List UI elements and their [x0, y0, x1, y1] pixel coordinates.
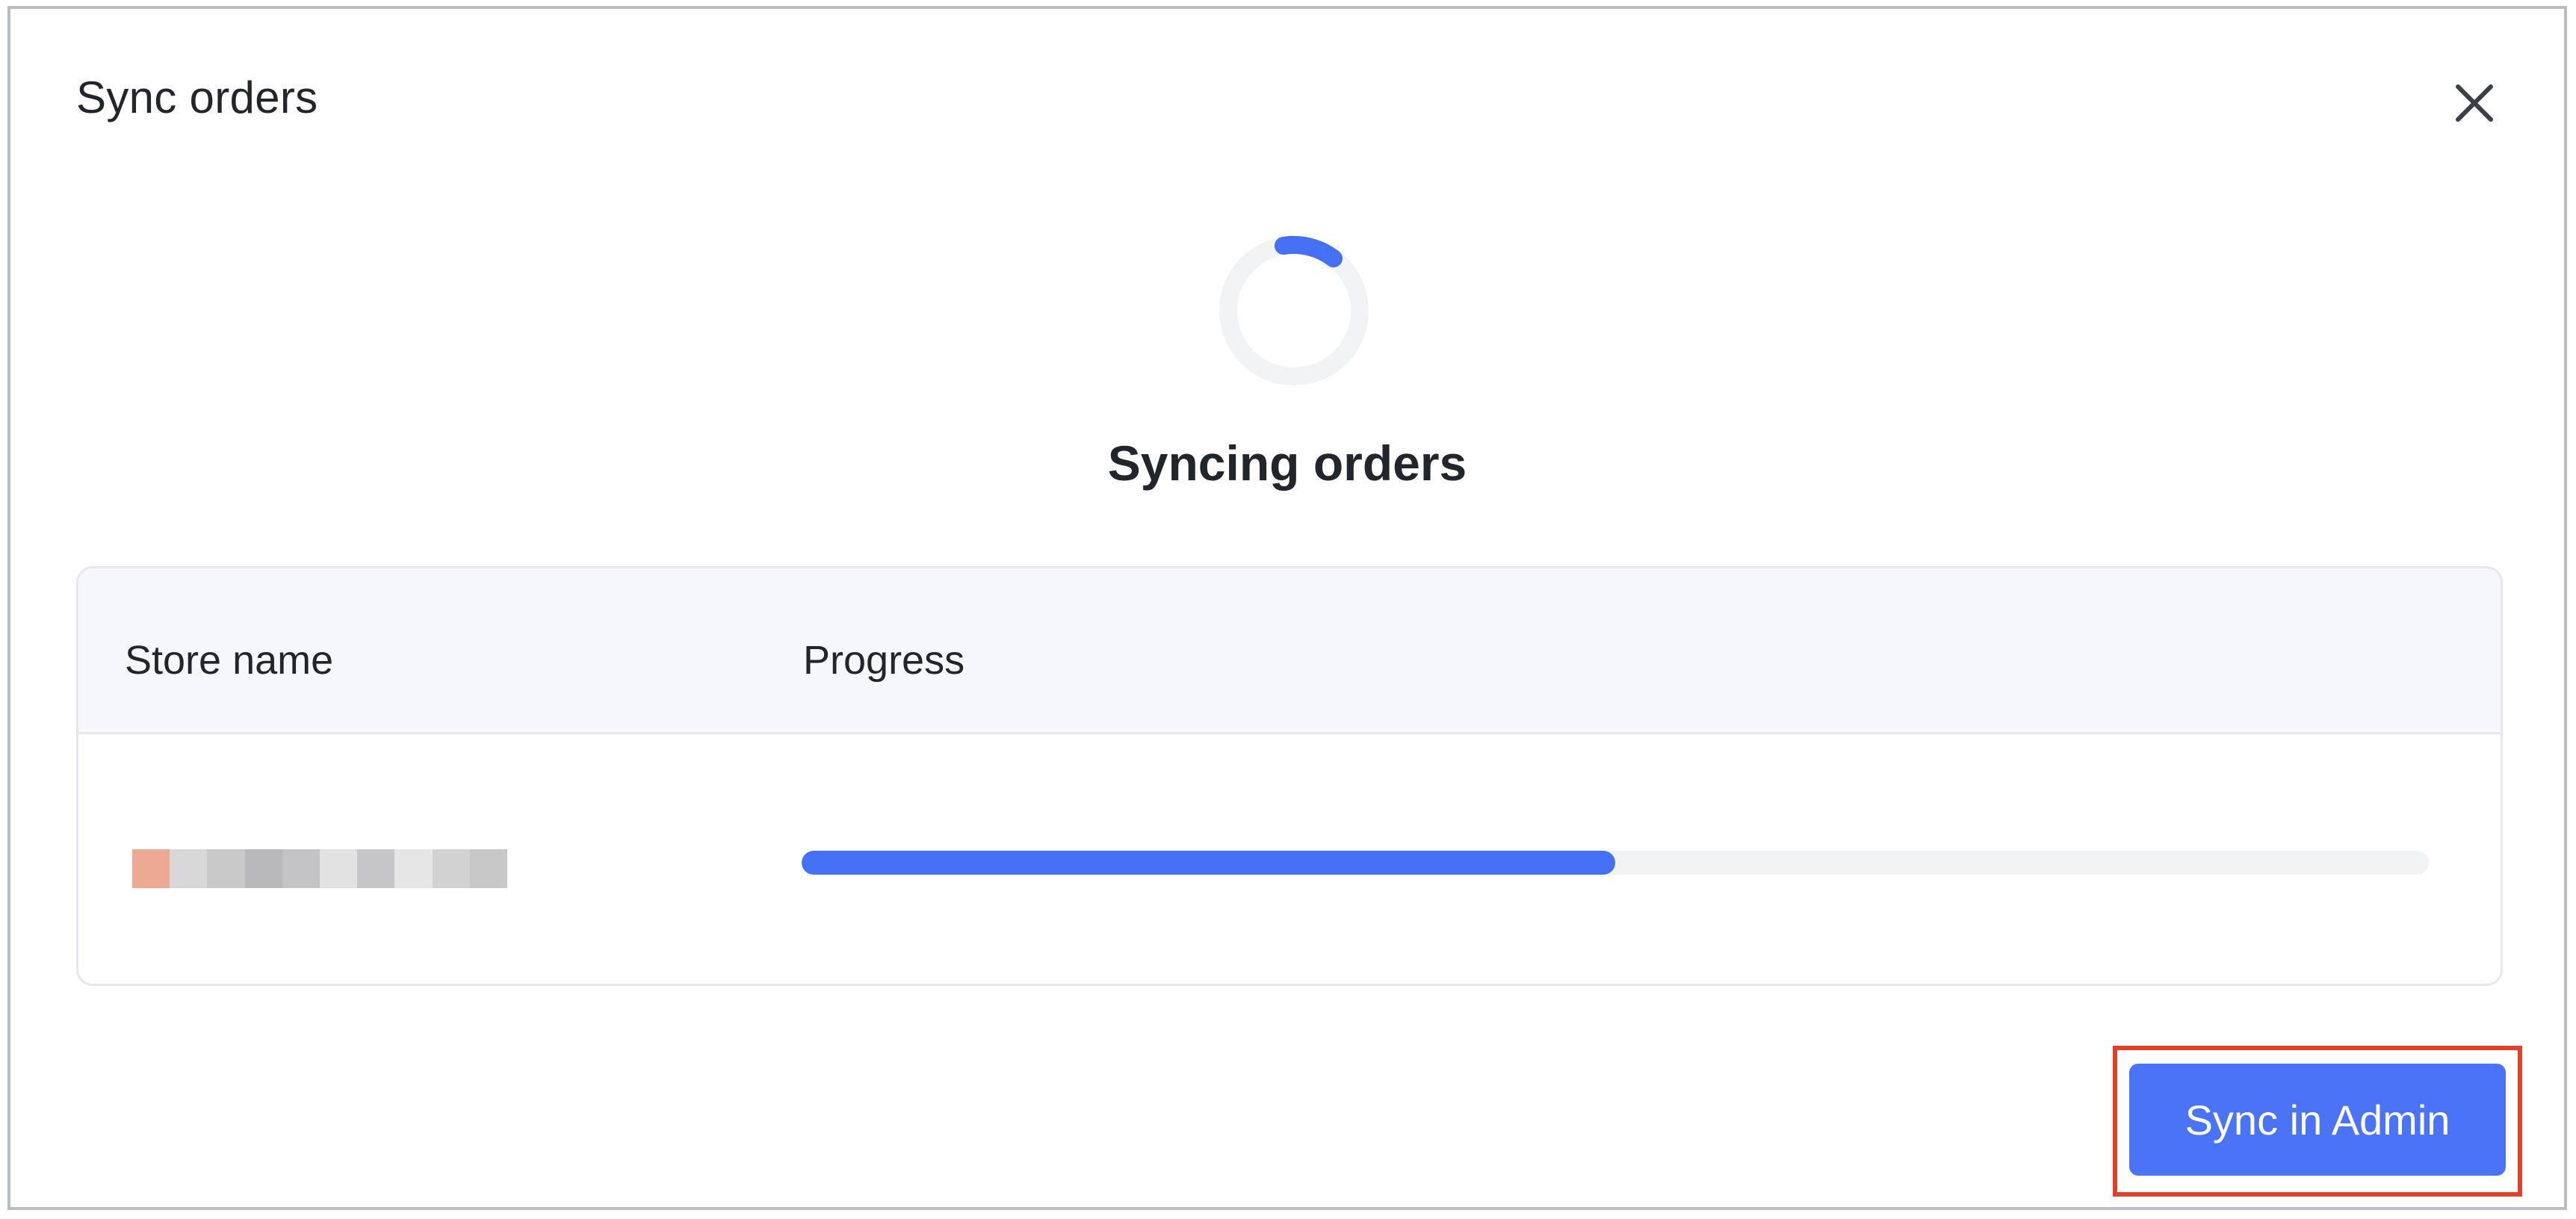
table-header: Store name Progress — [78, 568, 2501, 734]
store-name-obscured — [132, 849, 508, 888]
progress-bar-fill — [802, 851, 1615, 875]
column-header-store-name: Store name — [125, 638, 334, 683]
sync-in-admin-button[interactable]: Sync in Admin — [2129, 1064, 2506, 1176]
sync-orders-dialog: Sync orders Syncing orders Store name Pr… — [7, 6, 2567, 1210]
progress-bar — [802, 851, 2429, 875]
dialog-title: Sync orders — [76, 72, 318, 122]
column-header-progress: Progress — [803, 638, 965, 683]
close-button[interactable] — [2445, 73, 2504, 133]
stores-table: Store name Progress — [76, 566, 2503, 986]
close-icon — [2456, 84, 2493, 122]
loading-spinner-icon — [1212, 229, 1376, 393]
status-label: Syncing orders — [1107, 435, 1467, 491]
